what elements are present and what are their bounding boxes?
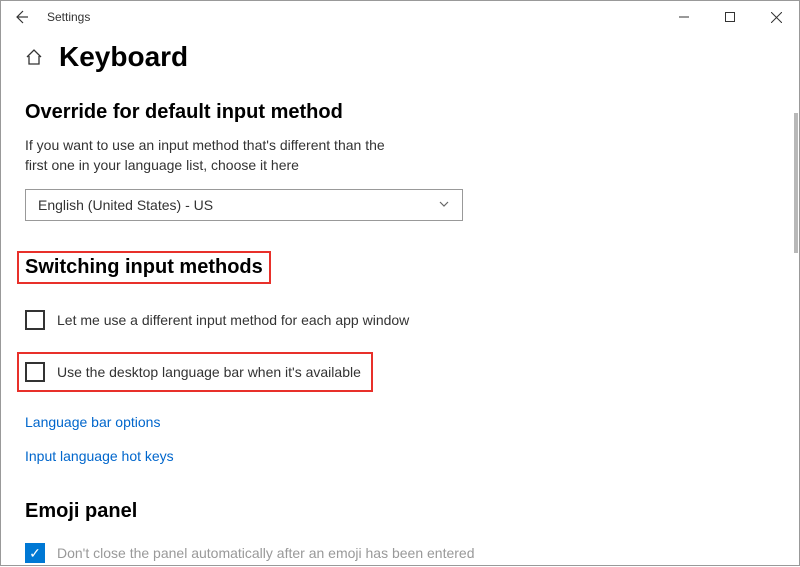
checkbox-label: Let me use a different input method for …	[57, 312, 409, 328]
checkbox-per-app-window[interactable]: Let me use a different input method for …	[25, 310, 775, 330]
window-title: Settings	[47, 10, 90, 24]
override-section-desc: If you want to use an input method that'…	[25, 136, 405, 175]
content-area: Keyboard Override for default input meth…	[1, 33, 799, 567]
page-header: Keyboard	[25, 41, 775, 73]
close-button[interactable]	[753, 1, 799, 33]
checkbox-label: Use the desktop language bar when it's a…	[57, 364, 361, 380]
switching-section-title: Switching input methods	[25, 256, 263, 279]
emoji-section-title: Emoji panel	[25, 500, 137, 523]
window-controls	[661, 1, 799, 33]
titlebar: Settings	[1, 1, 799, 33]
link-input-language-hotkeys[interactable]: Input language hot keys	[25, 448, 775, 464]
maximize-button[interactable]	[707, 1, 753, 33]
checkbox-icon	[25, 310, 45, 330]
checkbox-emoji-auto-close[interactable]: ✓ Don't close the panel automatically af…	[25, 543, 775, 563]
page-title: Keyboard	[59, 41, 188, 73]
checkbox-label: Don't close the panel automatically afte…	[57, 545, 474, 561]
scrollbar[interactable]	[793, 113, 799, 413]
link-language-bar-options[interactable]: Language bar options	[25, 414, 775, 430]
scrollbar-thumb[interactable]	[794, 113, 798, 253]
checkbox-icon: ✓	[25, 543, 45, 563]
back-button[interactable]	[13, 9, 29, 25]
checkbox-desktop-language-bar[interactable]: Use the desktop language bar when it's a…	[17, 352, 373, 392]
checkbox-icon	[25, 362, 45, 382]
chevron-down-icon	[438, 197, 450, 213]
input-method-dropdown[interactable]: English (United States) - US	[25, 189, 463, 221]
override-section-title: Override for default input method	[25, 101, 343, 124]
home-icon[interactable]	[25, 48, 43, 66]
minimize-button[interactable]	[661, 1, 707, 33]
dropdown-selected-value: English (United States) - US	[38, 197, 213, 213]
